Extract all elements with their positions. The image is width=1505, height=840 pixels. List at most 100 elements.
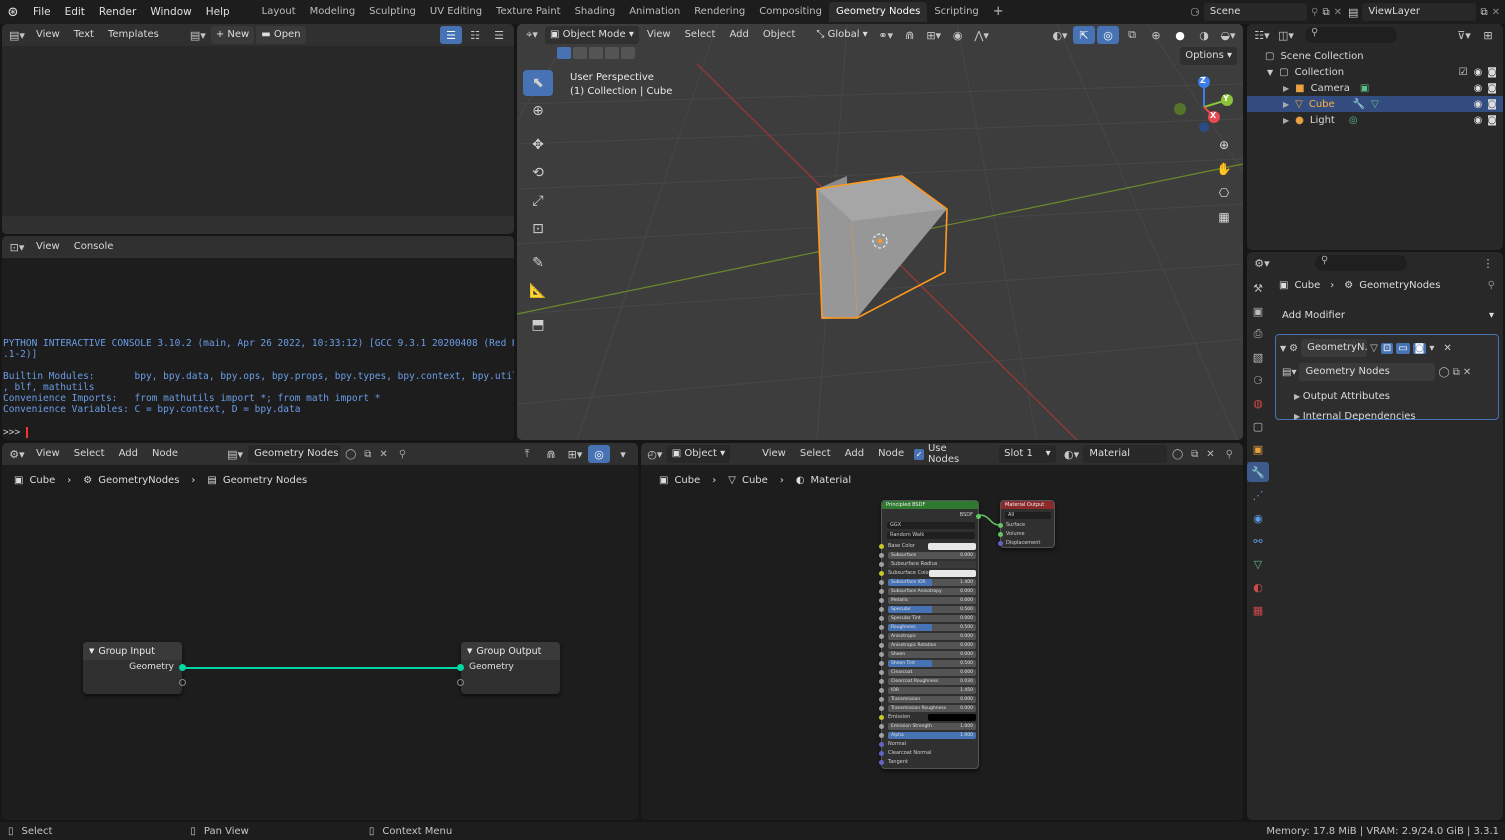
node-group-browse-icon[interactable]: ▤▾ xyxy=(1282,367,1296,378)
line-numbers-icon[interactable]: ☰ xyxy=(440,26,462,44)
select-subtract-icon[interactable] xyxy=(589,47,603,59)
measure-tool-icon[interactable]: 📐 xyxy=(523,278,553,304)
bsdf-input-socket[interactable] xyxy=(879,562,884,567)
bsdf-input-socket[interactable] xyxy=(879,742,884,747)
snap-icon[interactable]: ⋒ xyxy=(899,26,921,44)
group-input-node[interactable]: ▼ Group Input Geometry xyxy=(83,642,186,694)
particles-tab-icon[interactable]: ⋰ xyxy=(1247,485,1269,505)
scene-collection-row[interactable]: ▢ Scene Collection xyxy=(1247,48,1503,64)
falloff-icon[interactable]: ⋀▾ xyxy=(971,26,993,44)
render-icon[interactable]: ◙ xyxy=(1412,342,1427,354)
tab-modeling[interactable]: Modeling xyxy=(303,2,363,22)
camera-render-icon[interactable]: ◙ xyxy=(1487,67,1497,78)
bsdf-input-row[interactable]: Anisotropic 0.000 xyxy=(888,633,976,640)
tab-animation[interactable]: Animation xyxy=(622,2,687,22)
viewport-menu-select[interactable]: Select xyxy=(679,26,722,44)
camera-render-icon[interactable]: ◙ xyxy=(1487,83,1497,94)
move-tool-icon[interactable]: ✥ xyxy=(523,132,553,158)
shader-editor-area[interactable]: ◴▾ ▣ Object ▾ View Select Add Node ✓ Use … xyxy=(641,443,1243,820)
annotate-tool-icon[interactable]: ✎ xyxy=(523,250,553,276)
editor-type-icon[interactable]: ▤▾ xyxy=(6,26,28,44)
modifier-tab-icon[interactable]: 🔧 xyxy=(1247,462,1269,482)
view-layer-selector[interactable]: ▤ ViewLayer ⧉ ✕ xyxy=(1348,3,1500,21)
group-output-node[interactable]: ▼ Group Output Geometry xyxy=(457,642,560,694)
bsdf-input-row[interactable]: Anisotropic Rotation 0.000 xyxy=(888,642,976,649)
bsdf-input-row[interactable]: Base Color xyxy=(888,543,976,550)
bsdf-input-socket[interactable] xyxy=(879,733,884,738)
group-output-empty-socket[interactable] xyxy=(457,679,464,686)
color-swatch[interactable] xyxy=(928,543,976,550)
text-browse-icon[interactable]: ▤▾ xyxy=(187,26,209,44)
collapse-arrow-icon[interactable]: ▼ xyxy=(89,647,94,655)
bsdf-input-socket[interactable] xyxy=(879,571,884,576)
scene-tab-icon[interactable]: ⚆ xyxy=(1247,370,1269,390)
new-view-layer-icon[interactable]: ⧉ xyxy=(1480,7,1487,18)
bsdf-input-row[interactable]: Subsurface 0.000 xyxy=(888,552,976,559)
tab-uv-editing[interactable]: UV Editing xyxy=(423,2,489,22)
add-workspace-button[interactable]: + xyxy=(986,2,1011,22)
modifier-name-field[interactable]: GeometryN... xyxy=(1301,339,1368,357)
bsdf-input-row[interactable]: Transmission Roughness 0.000 xyxy=(888,705,976,712)
mode-dropdown[interactable]: ▣ Object Mode ▾ xyxy=(545,26,639,44)
bsdf-input-row[interactable]: Subsurface Radius xyxy=(888,561,976,568)
surface-socket[interactable] xyxy=(998,523,1003,528)
output-tab-icon[interactable]: ⎙ xyxy=(1247,324,1269,344)
bsdf-input-socket[interactable] xyxy=(879,616,884,621)
world-tab-icon[interactable]: ◍ xyxy=(1247,393,1269,413)
properties-search[interactable]: ⚲ xyxy=(1315,255,1407,271)
syntax-icon[interactable]: ☰ xyxy=(488,26,510,44)
geometry-node-editor-area[interactable]: ⚙▾ View Select Add Node ▤▾ Geometry Node… xyxy=(2,443,638,820)
close-view-layer-icon[interactable]: ✕ xyxy=(1492,7,1500,18)
expand-arrow-icon[interactable]: ▼ xyxy=(1267,68,1273,77)
viewport-menu-object[interactable]: Object xyxy=(757,26,802,44)
bsdf-input-socket[interactable] xyxy=(879,688,884,693)
bsdf-input-row[interactable]: Subsurface Colo xyxy=(888,570,976,577)
collapse-arrow-icon[interactable]: ▼ xyxy=(1280,344,1286,353)
gizmo-toggle-icon[interactable]: ⇱ xyxy=(1073,26,1095,44)
tab-layout[interactable]: Layout xyxy=(255,2,303,22)
bsdf-input-socket[interactable] xyxy=(879,598,884,603)
rotate-tool-icon[interactable]: ⟲ xyxy=(523,160,553,186)
expand-arrow-icon[interactable]: ▶ xyxy=(1283,116,1289,125)
word-wrap-icon[interactable]: ☷ xyxy=(464,26,486,44)
tab-texture-paint[interactable]: Texture Paint xyxy=(489,2,568,22)
hand-pan-icon[interactable]: ✋ xyxy=(1214,162,1234,182)
eye-icon[interactable]: ◉ xyxy=(1474,67,1483,78)
scene-selector[interactable]: ⚆ Scene ⚲ ⧉ ✕ xyxy=(1190,3,1342,21)
rendered-shading-icon[interactable]: ◒▾ xyxy=(1217,26,1239,44)
console-editor-type-icon[interactable]: ⊡▾ xyxy=(6,238,28,256)
menu-file[interactable]: File xyxy=(26,0,58,24)
xray-icon[interactable]: ⧉ xyxy=(1121,26,1143,44)
material-tab-icon[interactable]: ◐ xyxy=(1247,577,1269,597)
bsdf-input-socket[interactable] xyxy=(879,652,884,657)
bsdf-input-socket[interactable] xyxy=(879,706,884,711)
outliner-type-icon[interactable]: ☷▾ xyxy=(1251,26,1273,44)
bsdf-input-row[interactable]: Emission xyxy=(888,714,976,721)
properties-options-icon[interactable]: ⋮ xyxy=(1477,254,1499,272)
bsdf-input-socket[interactable] xyxy=(879,679,884,684)
object-tab-icon[interactable]: ▣ xyxy=(1247,439,1269,459)
transform-tool-icon[interactable]: ⊡ xyxy=(523,216,553,242)
tab-compositing[interactable]: Compositing xyxy=(752,2,829,22)
blender-logo-icon[interactable]: ⊛ xyxy=(0,5,26,20)
distribution-dropdown[interactable]: GGX xyxy=(887,522,975,529)
bsdf-input-row[interactable]: Roughness 0.500 xyxy=(888,624,976,631)
internal-dependencies-panel[interactable]: ▶ Internal Dependencies xyxy=(1294,407,1480,427)
solid-shading-icon[interactable]: ● xyxy=(1169,26,1191,44)
bsdf-input-socket[interactable] xyxy=(879,544,884,549)
modifier-menu-icon[interactable]: ▾ xyxy=(1429,343,1434,354)
bsdf-input-socket[interactable] xyxy=(879,625,884,630)
eye-icon[interactable]: ◉ xyxy=(1474,83,1483,94)
bsdf-input-socket[interactable] xyxy=(879,751,884,756)
bsdf-input-socket[interactable] xyxy=(879,580,884,585)
group-input-empty-socket[interactable] xyxy=(179,679,186,686)
pin-icon[interactable]: ⚲ xyxy=(1488,280,1495,291)
bsdf-input-row[interactable]: Sheen Tint 0.500 xyxy=(888,660,976,667)
menu-help[interactable]: Help xyxy=(199,0,237,24)
tab-shading[interactable]: Shading xyxy=(568,2,623,22)
options-button[interactable]: Options ▾ xyxy=(1180,47,1237,65)
group-output-geometry-socket[interactable] xyxy=(457,664,464,671)
properties-type-icon[interactable]: ⚙▾ xyxy=(1251,254,1273,272)
scale-tool-icon[interactable]: ⤢ xyxy=(523,188,553,214)
camera-render-icon[interactable]: ◙ xyxy=(1487,99,1497,110)
